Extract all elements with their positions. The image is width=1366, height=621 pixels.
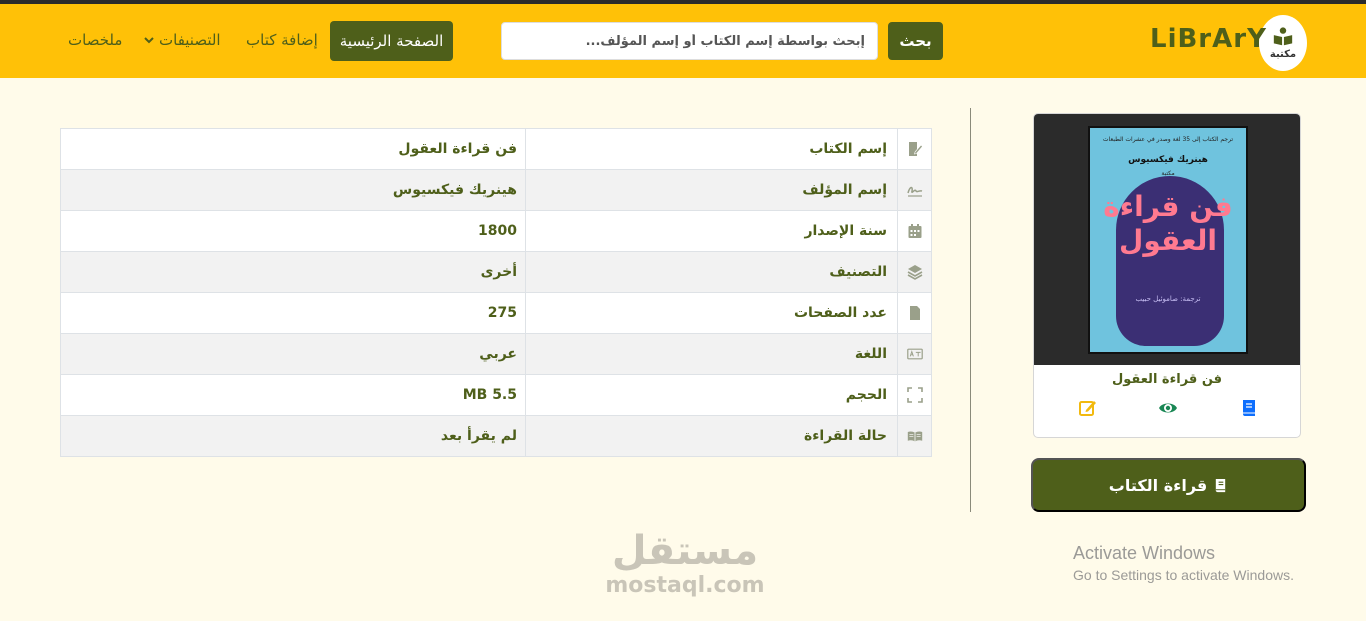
row-value: هينريك فيكسيوس xyxy=(60,169,526,211)
card-book-title: فن قراءة العقول xyxy=(1111,372,1223,387)
table-row: عدد الصفحات 275 xyxy=(60,292,932,334)
book-details-table: إسم الكتاب فن قراءة العقول إسم المؤلف هي… xyxy=(60,128,932,457)
table-row: سنة الإصدار 1800 xyxy=(60,210,932,252)
nav-add-book[interactable]: إضافة كتاب xyxy=(246,31,318,49)
book-cover-image[interactable]: ترجم الكتاب إلى 35 لغة وصدر في عشرات الط… xyxy=(1088,126,1248,354)
watermark-arabic: مستقل xyxy=(611,528,759,574)
activation-title: Activate Windows xyxy=(1073,543,1216,563)
row-value: أخرى xyxy=(60,251,526,293)
book-cover-area: ترجم الكتاب إلى 35 لغة وصدر في عشرات الط… xyxy=(1034,114,1300,365)
row-value: عربي xyxy=(60,333,526,375)
table-row: حالة القراءة لم يقرأ بعد xyxy=(60,415,932,457)
row-label: إسم المؤلف xyxy=(525,169,898,211)
read-book-button[interactable]: قراءة الكتاب xyxy=(1031,458,1306,512)
row-value: لم يقرأ بعد xyxy=(60,415,526,457)
chevron-down-icon xyxy=(144,37,154,44)
edit-icon xyxy=(1079,401,1096,416)
vertical-divider xyxy=(970,108,971,512)
signature-icon xyxy=(906,186,922,197)
edit-document-icon xyxy=(908,142,923,156)
cover-translator: ترجمة: صاموئيل حبيب xyxy=(1135,295,1201,303)
book-card: ترجم الكتاب إلى 35 لغة وصدر في عشرات الط… xyxy=(1033,113,1301,438)
row-label: عدد الصفحات xyxy=(525,292,898,334)
row-value: 1800 xyxy=(60,210,526,252)
row-label: اللغة xyxy=(525,333,898,375)
eye-icon xyxy=(1159,403,1177,413)
row-value: 5.5 MB xyxy=(60,374,526,416)
cover-top-line: ترجم الكتاب إلى 35 لغة وصدر في عشرات الط… xyxy=(1102,136,1234,143)
table-row: اللغة عربي xyxy=(60,333,932,375)
view-book-button[interactable] xyxy=(1158,398,1178,418)
brand-name[interactable]: LiBrArY xyxy=(1150,24,1267,54)
read-book-label: قراءة الكتاب xyxy=(1108,475,1208,495)
activation-subtitle: Go to Settings to activate Windows. xyxy=(1073,567,1294,583)
navbar: مكتبة LiBrArY بحث الصفحة الرئيسية إضافة … xyxy=(0,4,1366,78)
language-icon xyxy=(906,348,923,360)
row-label: الحجم xyxy=(525,374,898,416)
row-label: التصنيف xyxy=(525,251,898,293)
row-value: فن قراءة العقول xyxy=(60,128,526,170)
calendar-icon xyxy=(908,224,921,238)
read-book-icon-button[interactable] xyxy=(1239,398,1259,418)
file-icon xyxy=(909,306,920,320)
nav-categories-label: التصنيفات xyxy=(159,31,221,49)
search-input[interactable] xyxy=(501,22,878,60)
row-label: سنة الإصدار xyxy=(525,210,898,252)
edit-book-button[interactable] xyxy=(1078,398,1098,418)
cover-author: هينريك فيكسيوس xyxy=(1128,155,1208,165)
table-row: الحجم 5.5 MB xyxy=(60,374,932,416)
book-icon xyxy=(1216,478,1226,492)
open-book-icon xyxy=(907,431,922,442)
table-row: إسم الكتاب فن قراءة العقول xyxy=(60,128,932,170)
nav-home[interactable]: الصفحة الرئيسية xyxy=(330,21,453,61)
table-row: التصنيف أخرى xyxy=(60,251,932,293)
table-row: إسم المؤلف هينريك فيكسيوس xyxy=(60,169,932,211)
book-reader-icon xyxy=(1273,27,1293,46)
row-label: إسم الكتاب xyxy=(525,128,898,170)
expand-icon xyxy=(906,387,923,403)
mostaql-watermark: مستقل mostaql.com xyxy=(600,528,770,598)
logo-label: مكتبة xyxy=(1269,49,1297,60)
windows-activation-notice: Activate Windows Go to Settings to activ… xyxy=(1073,543,1294,583)
row-label: حالة القراءة xyxy=(525,415,898,457)
layers-icon xyxy=(907,265,922,280)
search-button[interactable]: بحث xyxy=(888,22,943,60)
nav-summaries[interactable]: ملخصات xyxy=(68,31,122,49)
cover-title: فن قراءة العقول xyxy=(1103,190,1233,257)
book-icon xyxy=(1243,400,1255,416)
nav-categories-dropdown[interactable]: التصنيفات xyxy=(143,31,221,49)
watermark-latin: mostaql.com xyxy=(605,573,765,598)
row-value: 275 xyxy=(60,292,526,334)
